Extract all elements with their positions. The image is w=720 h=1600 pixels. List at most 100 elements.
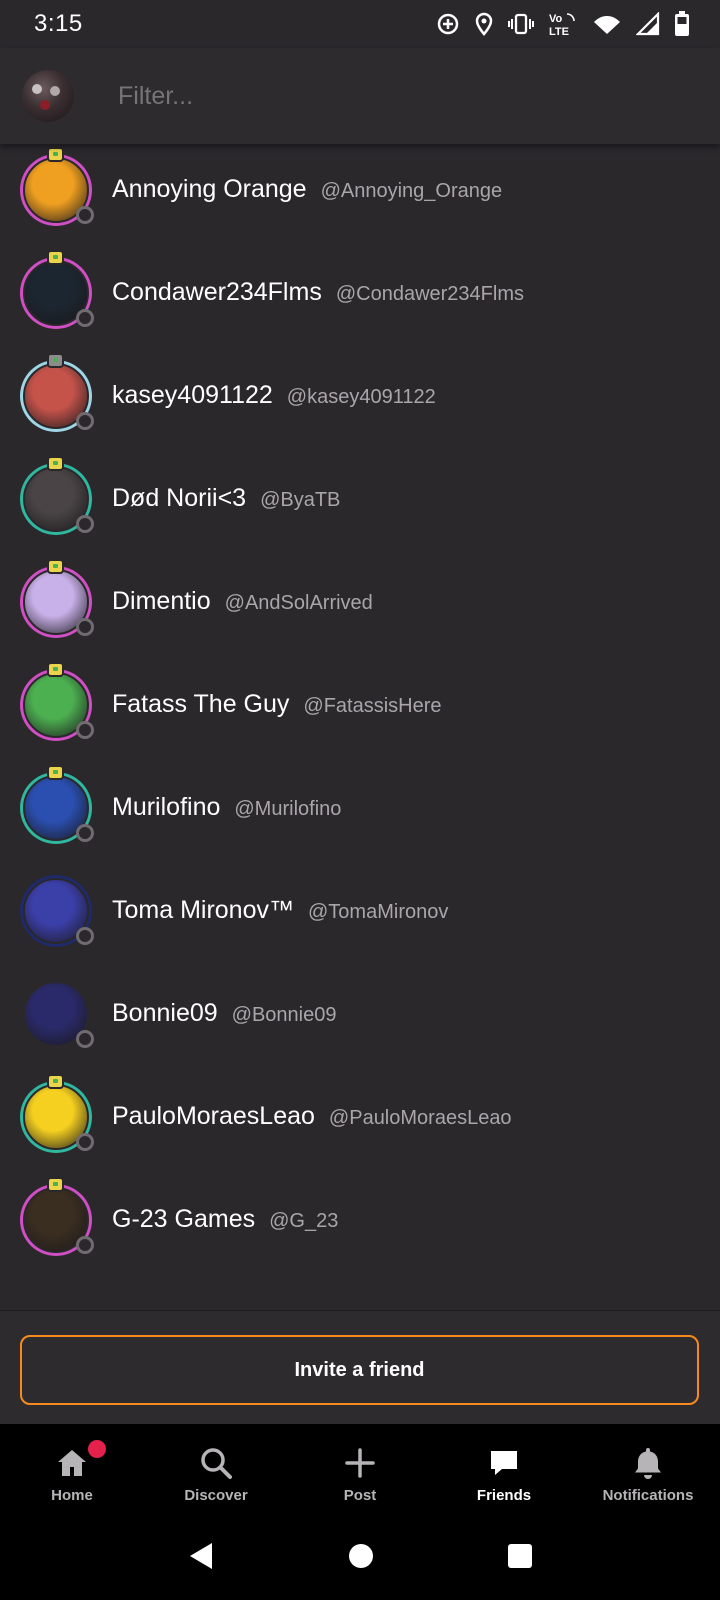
nav-notifications[interactable]: Notifications [576,1424,720,1516]
friend-name: Toma Mironov™ [112,896,294,924]
friends-list[interactable]: Annoying Orange @Annoying_Orange Condawer2… [0,144,720,1310]
friend-avatar[interactable] [20,249,94,329]
nav-home[interactable]: Home [0,1424,144,1516]
filter-input[interactable] [118,81,618,111]
friend-row[interactable]: Annoying Orange @Annoying_Orange [0,144,720,241]
nav-label-friends: Friends [476,1486,532,1504]
friend-handle: @G_23 [269,1210,339,1232]
friend-avatar[interactable] [20,874,94,947]
home-notification-dot [88,1440,106,1458]
friend-row[interactable]: Murilofino @Murilofino [0,756,720,859]
friend-name: Dimentio [112,587,211,615]
level-badge-icon [47,1176,64,1192]
level-badge-icon [47,661,64,677]
offline-status-icon [76,926,94,945]
friend-row[interactable]: PauloMoraesLeao @PauloMoraesLeao [0,1065,720,1168]
friend-handle: @Bonnie09 [231,1004,337,1026]
home-icon [55,1443,89,1483]
friend-avatar[interactable] [20,558,94,638]
nav-label-post: Post [343,1486,377,1504]
friend-row[interactable]: kasey4091122 @kasey4091122 [0,344,720,447]
nav-post[interactable]: Post [288,1424,432,1516]
offline-status-icon [76,720,94,739]
friend-avatar[interactable] [20,455,94,535]
friend-text: Toma Mironov™ @TomaMironov [112,896,448,925]
offline-status-icon [76,617,94,636]
volte-icon: Vo LTE [548,11,578,37]
offline-status-icon [76,308,94,327]
friend-row[interactable]: G-23 Games @G_23 [0,1168,720,1271]
search-icon [198,1443,234,1483]
offline-status-icon [76,1235,94,1254]
level-badge-icon [47,764,64,780]
friend-row[interactable]: Condawer234Flms @Condawer234Flms [0,241,720,344]
friend-name: Condawer234Flms [112,278,322,306]
friend-row[interactable]: Død Norii<3 @ByaTB [0,447,720,550]
data-saver-icon [436,12,460,36]
friend-handle: @PauloMoraesLeao [328,1107,512,1129]
friend-text: Annoying Orange @Annoying_Orange [112,175,502,204]
home-circle-icon[interactable] [347,1542,375,1575]
friend-handle: @kasey4091122 [286,386,436,408]
offline-status-icon [76,1029,94,1048]
offline-status-icon [76,1132,94,1151]
friend-avatar[interactable] [20,146,94,226]
bottom-nav: Home Discover Post Friends Notifications [0,1424,720,1516]
nav-label-discover: Discover [184,1486,248,1504]
chat-icon [487,1443,521,1483]
friend-row[interactable]: Toma Mironov™ @TomaMironov [0,859,720,962]
bell-icon [631,1443,665,1483]
friend-row[interactable]: Dimentio @AndSolArrived [0,550,720,653]
friend-handle: @Condawer234Flms [335,283,524,305]
friend-text: Bonnie09 @Bonnie09 [112,999,336,1028]
invite-area: Invite a friend [0,1310,720,1424]
invite-friend-button[interactable]: Invite a friend [20,1335,699,1405]
status-time: 3:15 [34,10,83,37]
friend-avatar[interactable] [20,1073,94,1153]
nav-label-notifications: Notifications [602,1486,694,1504]
offline-status-icon [76,205,94,224]
wifi-icon [592,12,622,36]
recents-icon[interactable] [506,1542,534,1575]
friends-screen: 3:15 Vo LTE Filter... Annoying Orange @A… [0,0,720,1600]
friend-handle: @AndSolArrived [224,592,373,614]
friend-name: Fatass The Guy [112,690,290,718]
friend-avatar[interactable] [20,764,94,844]
friend-name: PauloMoraesLeao [112,1102,315,1130]
location-icon [474,12,494,36]
level-badge-icon [47,455,64,471]
offline-status-icon [76,823,94,842]
status-icons: Vo LTE [436,11,690,37]
friend-handle: @TomaMironov [308,901,449,923]
level-badge-icon [47,249,64,265]
friend-name: Bonnie09 [112,999,218,1027]
header [0,48,720,144]
friend-text: G-23 Games @G_23 [112,1205,338,1234]
friend-text: Død Norii<3 @ByaTB [112,484,340,513]
signal-icon [636,12,660,36]
back-icon[interactable] [186,1541,216,1576]
nav-discover[interactable]: Discover [144,1424,288,1516]
vibrate-icon [508,12,534,36]
level-badge-icon [47,352,64,368]
friend-row[interactable]: Bonnie09 @Bonnie09 [0,962,720,1065]
level-badge-icon [47,1073,64,1089]
friend-text: kasey4091122 @kasey4091122 [112,381,436,410]
friend-handle: @Murilofino [234,798,342,820]
svg-text:Vo: Vo [549,13,563,25]
nav-friends[interactable]: Friends [432,1424,576,1516]
friend-text: Murilofino @Murilofino [112,793,341,822]
profile-avatar[interactable] [22,70,74,122]
friend-name: Død Norii<3 [112,484,247,512]
friend-name: Murilofino [112,793,221,821]
battery-icon [674,11,690,37]
friend-text: Dimentio @AndSolArrived [112,587,373,616]
svg-text:LTE: LTE [549,26,569,37]
friend-avatar[interactable] [20,977,94,1050]
system-nav-bar [0,1516,720,1600]
friend-avatar[interactable] [20,661,94,741]
friend-row[interactable]: Fatass The Guy @FatassisHere [0,653,720,756]
friend-avatar[interactable] [20,1176,94,1256]
friend-avatar[interactable] [20,352,94,432]
offline-status-icon [76,411,94,430]
